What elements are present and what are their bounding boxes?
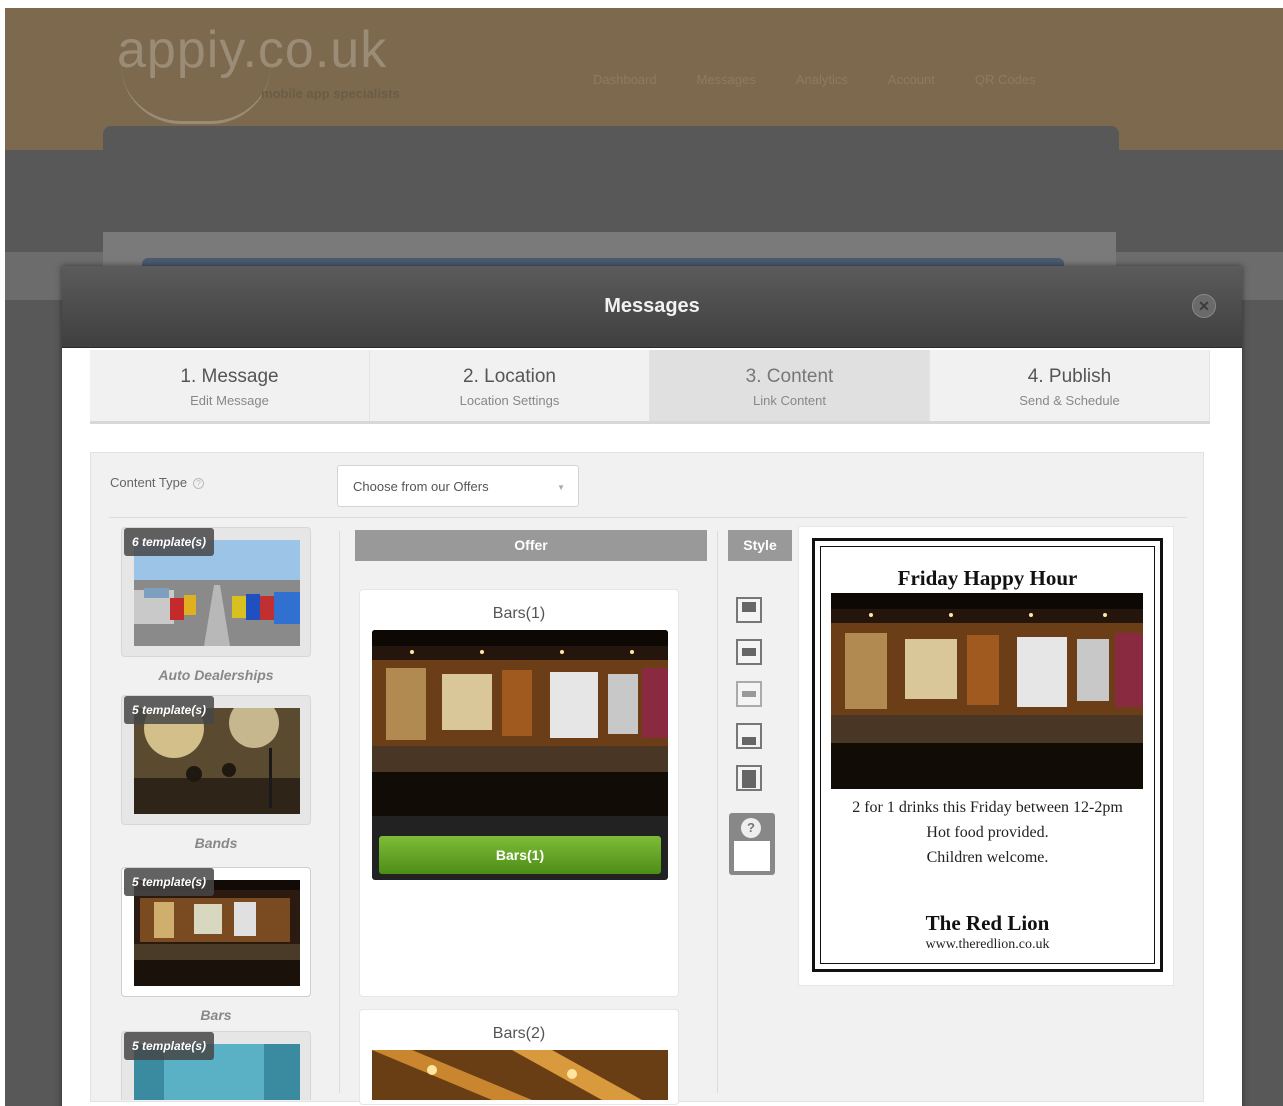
offer-title: Bars(2) bbox=[492, 1025, 546, 1042]
column-divider bbox=[339, 531, 340, 1093]
step-title: 4. Publish bbox=[1027, 366, 1112, 387]
preview-url: www.theredlion.co.uk bbox=[925, 937, 1050, 952]
content-type-text: Content Type bbox=[110, 475, 188, 490]
offer-card-bars-2[interactable]: Bars(2) bbox=[359, 1009, 679, 1105]
content-type-value: Choose from our Offers bbox=[353, 479, 489, 494]
offer-preview: Bars(1) bbox=[372, 630, 668, 880]
step-title: 3. Content bbox=[745, 366, 834, 387]
modal-header: Messages ✕ bbox=[62, 266, 1242, 348]
logo-smile-icon bbox=[121, 64, 271, 124]
select-offer-button[interactable]: Bars(1) bbox=[379, 836, 661, 874]
nav-account[interactable]: Account bbox=[888, 72, 935, 87]
layout-full-image-icon[interactable] bbox=[736, 765, 762, 791]
preview-venue: The Red Lion bbox=[925, 911, 1050, 935]
preview-title: Friday Happy Hour bbox=[897, 566, 1078, 590]
layout-image-middle-icon[interactable] bbox=[736, 639, 762, 665]
category-card[interactable]: 6 template(s) bbox=[121, 527, 311, 657]
step-subtitle: Send & Schedule bbox=[1019, 393, 1120, 408]
content-type-select[interactable]: Choose from our Offers ▼ bbox=[337, 465, 579, 507]
modal-title: Messages bbox=[604, 295, 700, 317]
offer-title: Bars(1) bbox=[492, 605, 546, 622]
step-content[interactable]: 3. Content Link Content bbox=[650, 350, 930, 421]
style-swatch[interactable] bbox=[734, 841, 770, 871]
top-nav: Dashboard Messages Analytics Account QR … bbox=[593, 72, 1036, 87]
step-publish[interactable]: 4. Publish Send & Schedule bbox=[930, 350, 1210, 421]
layout-image-bottom-icon[interactable] bbox=[736, 723, 762, 749]
nav-qr-codes[interactable]: QR Codes bbox=[975, 72, 1036, 87]
layout-image-top-icon[interactable] bbox=[736, 597, 762, 623]
style-column-header: Style bbox=[728, 530, 792, 561]
column-divider bbox=[717, 531, 718, 1093]
style-help[interactable]: ? bbox=[729, 813, 775, 875]
offer-column-header: Offer bbox=[355, 530, 707, 561]
layout-text-only-icon[interactable] bbox=[736, 681, 762, 707]
category-list[interactable]: 6 template(s) Auto Dealerships 5 templat… bbox=[91, 525, 341, 1100]
offer-image-bar bbox=[372, 630, 668, 816]
step-title: 2. Location bbox=[463, 366, 556, 387]
step-subtitle: Link Content bbox=[753, 393, 826, 408]
category-auto-dealerships[interactable]: 6 template(s) Auto Dealerships bbox=[121, 527, 311, 683]
preview-image-bar bbox=[831, 593, 1143, 789]
preview-line: Hot food provided. bbox=[926, 824, 1049, 841]
wizard-steps: 1. Message Edit Message 2. Location Loca… bbox=[90, 350, 1210, 424]
template-count-badge: 5 template(s) bbox=[124, 868, 215, 896]
category-other[interactable]: 5 template(s) bbox=[121, 1031, 311, 1100]
category-card[interactable]: 5 template(s) bbox=[121, 1031, 311, 1100]
step-subtitle: Location Settings bbox=[459, 393, 560, 408]
step-location[interactable]: 2. Location Location Settings bbox=[370, 350, 650, 421]
category-label: Auto Dealerships bbox=[158, 667, 274, 683]
category-bands[interactable]: 5 template(s) Bands bbox=[121, 695, 311, 851]
category-card[interactable]: 5 template(s) bbox=[121, 867, 311, 997]
logo-tagline: mobile app specialists bbox=[261, 86, 400, 101]
step-subtitle: Edit Message bbox=[190, 393, 269, 408]
nav-messages[interactable]: Messages bbox=[697, 72, 756, 87]
template-count-badge: 5 template(s) bbox=[124, 1032, 215, 1060]
nav-analytics[interactable]: Analytics bbox=[796, 72, 848, 87]
question-icon[interactable]: ? bbox=[741, 818, 761, 838]
nav-dashboard[interactable]: Dashboard bbox=[593, 72, 657, 87]
step-message[interactable]: 1. Message Edit Message bbox=[90, 350, 370, 421]
close-icon[interactable]: ✕ bbox=[1192, 294, 1216, 318]
content-panel: Content Type? Choose from our Offers ▼ 6… bbox=[90, 452, 1204, 1105]
offer-image-bar-2 bbox=[372, 1050, 668, 1100]
chevron-down-icon: ▼ bbox=[557, 483, 565, 492]
category-label: Bands bbox=[194, 835, 238, 851]
divider bbox=[109, 517, 1187, 518]
step-title: 1. Message bbox=[180, 366, 279, 387]
page-content-tab bbox=[103, 126, 1119, 156]
preview-line: 2 for 1 drinks this Friday between 12-2p… bbox=[852, 799, 1123, 816]
preview-line: Children welcome. bbox=[926, 849, 1049, 866]
template-count-badge: 5 template(s) bbox=[124, 696, 215, 724]
content-type-label: Content Type? bbox=[110, 475, 205, 490]
message-preview: Friday Happy Hour 2 for 1 drinks this Fr… bbox=[812, 538, 1163, 972]
category-bars[interactable]: 5 template(s) Bars bbox=[121, 867, 311, 1023]
offer-card-bars-1[interactable]: Bars(1) Bars(1) bbox=[359, 589, 679, 997]
template-count-badge: 6 template(s) bbox=[124, 528, 215, 556]
category-label: Bars bbox=[200, 1007, 232, 1023]
messages-modal: Messages ✕ 1. Message Edit Message 2. Lo… bbox=[62, 266, 1242, 1106]
help-icon[interactable]: ? bbox=[193, 478, 205, 490]
appiy-logo[interactable]: appiy.co.uk mobile app specialists bbox=[117, 20, 457, 130]
category-card[interactable]: 5 template(s) bbox=[121, 695, 311, 825]
